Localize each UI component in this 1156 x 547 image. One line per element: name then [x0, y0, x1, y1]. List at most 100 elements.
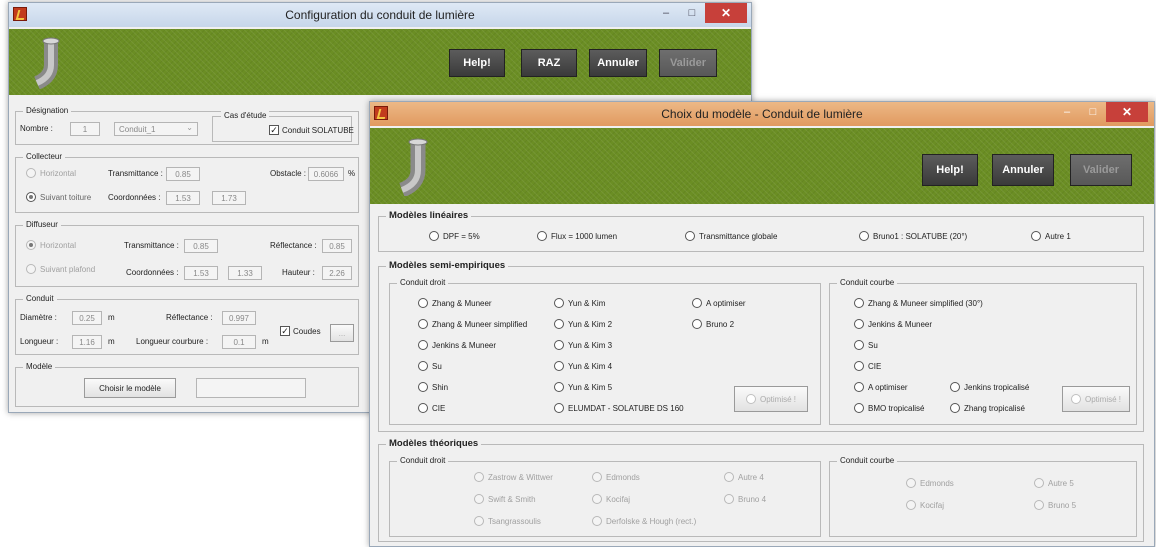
- transmittance-globale-radio[interactable]: Transmittance globale: [685, 231, 777, 241]
- semi-model-radio[interactable]: Shin: [418, 382, 448, 392]
- nombre-field[interactable]: 1: [70, 122, 100, 136]
- valider-button[interactable]: Valider: [1070, 154, 1132, 186]
- minimize-icon[interactable]: –: [653, 3, 679, 23]
- collecteur-coord1-field[interactable]: 1.53: [166, 191, 200, 205]
- collecteur-trans-field[interactable]: 0.85: [166, 167, 200, 181]
- annuler-button[interactable]: Annuler: [992, 154, 1054, 186]
- semi-model-radio[interactable]: Yun & Kim: [554, 298, 605, 308]
- help-button[interactable]: Help!: [922, 154, 978, 186]
- diffuseur-plafond-radio[interactable]: Suivant plafond: [26, 264, 95, 274]
- semi-model-radio[interactable]: A optimiser: [692, 298, 746, 308]
- coudes-more-button[interactable]: ...: [330, 324, 354, 342]
- solatube-label: Conduit SOLATUBE: [282, 125, 354, 135]
- theo-model-radio[interactable]: Edmonds: [592, 472, 640, 482]
- collecteur-horizontal-radio[interactable]: Horizontal: [26, 168, 76, 178]
- designation-panel: Désignation Nombre : 1 Conduit_1 ⌄ Cas d…: [15, 106, 359, 145]
- collecteur-coord2-field[interactable]: 1.73: [212, 191, 246, 205]
- valider-button[interactable]: Valider: [659, 49, 717, 77]
- autre1-radio[interactable]: Autre 1: [1031, 231, 1071, 241]
- theo-model-radio[interactable]: Autre 4: [724, 472, 764, 482]
- semi-model-radio[interactable]: Yun & Kim 5: [554, 382, 612, 392]
- semi-model-radio[interactable]: Zhang & Muneer simplified: [418, 319, 527, 329]
- light-duct-icon: [399, 138, 428, 196]
- bruno1-radio[interactable]: Bruno1 : SOLATUBE (20°): [859, 231, 967, 241]
- theo-model-radio[interactable]: Zastrow & Wittwer: [474, 472, 553, 482]
- diametre-field[interactable]: 0.25: [72, 311, 102, 325]
- semi-model-radio[interactable]: Yun & Kim 3: [554, 340, 612, 350]
- diffuseur-refl-field[interactable]: 0.85: [322, 239, 352, 253]
- semi-model-radio[interactable]: Yun & Kim 4: [554, 361, 612, 371]
- radio-icon: [1070, 394, 1081, 404]
- diffuseur-trans-field[interactable]: 0.85: [184, 239, 218, 253]
- obstacle-label: Obstacle :: [270, 169, 307, 178]
- close-icon[interactable]: ✕: [1106, 102, 1148, 122]
- minimize-icon[interactable]: –: [1054, 102, 1080, 122]
- diffuseur-horizontal-radio[interactable]: Horizontal: [26, 240, 76, 250]
- longueur-courbure-label: Longueur courbure :: [136, 337, 209, 346]
- coudes-checkbox[interactable]: ✓ Coudes: [280, 326, 321, 336]
- designation-title: Désignation: [23, 106, 72, 115]
- annuler-button[interactable]: Annuler: [589, 49, 647, 77]
- close-icon[interactable]: ✕: [705, 3, 747, 23]
- diffuseur-panel: Diffuseur Horizontal Transmittance : 0.8…: [15, 220, 359, 287]
- dpf-radio[interactable]: DPF = 5%: [429, 231, 480, 241]
- lineaires-panel: Modèles linéaires DPF = 5% Flux = 1000 l…: [378, 210, 1144, 252]
- courbe-model-radio[interactable]: Jenkins & Muneer: [854, 319, 932, 329]
- theoriques-panel: Modèles théoriques Conduit droit Zastrow…: [378, 438, 1144, 542]
- raz-button[interactable]: RAZ: [521, 49, 577, 77]
- theo-model-radio[interactable]: Derfolske & Hough (rect.): [592, 516, 696, 526]
- theoriques-title: Modèles théoriques: [386, 438, 482, 449]
- theo-model-radio[interactable]: Bruno 4: [724, 494, 766, 504]
- diffuseur-coord2-field[interactable]: 1.33: [228, 266, 262, 280]
- optimise-droit-button[interactable]: Optimisé !: [734, 386, 808, 412]
- theo-model-radio[interactable]: Tsangrassoulis: [474, 516, 541, 526]
- theo-model-radio[interactable]: Kocifaj: [906, 500, 944, 510]
- theo-model-radio[interactable]: Bruno 5: [1034, 500, 1076, 510]
- help-button[interactable]: Help!: [449, 49, 505, 77]
- choix-window-title: Choix du modèle - Conduit de lumière: [661, 107, 863, 121]
- checkmark-icon: ✓: [280, 326, 290, 336]
- semi-model-radio[interactable]: Su: [418, 361, 442, 371]
- maximize-icon[interactable]: □: [679, 3, 705, 23]
- semi-model-radio[interactable]: CIE: [418, 403, 445, 413]
- hauteur-field[interactable]: 2.26: [322, 266, 352, 280]
- diffuseur-coord1-field[interactable]: 1.53: [184, 266, 218, 280]
- choisir-modele-button[interactable]: Choisir le modèle: [84, 378, 176, 398]
- solatube-checkbox[interactable]: ✓ Conduit SOLATUBE: [269, 125, 354, 135]
- theo-model-radio[interactable]: Autre 5: [1034, 478, 1074, 488]
- semi-model-radio[interactable]: Yun & Kim 2: [554, 319, 612, 329]
- hauteur-label: Hauteur :: [282, 268, 315, 277]
- longueur-label: Longueur :: [20, 337, 59, 346]
- semi-model-radio[interactable]: Jenkins & Muneer: [418, 340, 496, 350]
- flux-radio[interactable]: Flux = 1000 lumen: [537, 231, 617, 241]
- conduit-refl-field[interactable]: 0.997: [222, 311, 256, 325]
- semi-model-radio[interactable]: Zhang & Muneer: [418, 298, 492, 308]
- obstacle-field[interactable]: 0.6066: [308, 167, 344, 181]
- courbe-model-radio[interactable]: CIE: [854, 361, 881, 371]
- config-banner: Help! RAZ Annuler Valider: [9, 29, 751, 95]
- matlab-app-icon: [374, 106, 388, 120]
- courbe-model-radio[interactable]: Su: [854, 340, 878, 350]
- semi-model-radio[interactable]: ELUMDAT - SOLATUBE DS 160: [554, 403, 684, 413]
- courbe-model-radio[interactable]: Zhang & Muneer simplified (30°): [854, 298, 983, 308]
- diffuseur-refl-label: Réflectance :: [270, 241, 317, 250]
- courbe-model-radio[interactable]: BMO tropicalisé: [854, 403, 924, 413]
- theo-model-radio[interactable]: Edmonds: [906, 478, 954, 488]
- cas-etude-panel: Cas d'étude ✓ Conduit SOLATUBE: [212, 111, 354, 142]
- theo-model-radio[interactable]: Swift & Smith: [474, 494, 536, 504]
- cas-etude-title: Cas d'étude: [221, 111, 270, 120]
- courbe-model-radio[interactable]: A optimiser: [854, 382, 908, 392]
- diffuseur-trans-label: Transmittance :: [124, 241, 179, 250]
- optimise-courbe-button[interactable]: Optimisé !: [1062, 386, 1130, 412]
- semi-model-radio[interactable]: Bruno 2: [692, 319, 734, 329]
- courbe-model-radio[interactable]: Zhang tropicalisé: [950, 403, 1025, 413]
- longueur-field[interactable]: 1.16: [72, 335, 102, 349]
- semi-droit-panel: Conduit droit Zhang & Muneer Zhang & Mun…: [389, 278, 821, 425]
- theo-model-radio[interactable]: Kocifaj: [592, 494, 630, 504]
- longueur-courbure-field[interactable]: 0.1: [222, 335, 256, 349]
- conduit-name-select[interactable]: Conduit_1 ⌄: [114, 122, 198, 136]
- courbe-model-radio[interactable]: Jenkins tropicalisé: [950, 382, 1029, 392]
- collecteur-toiture-radio[interactable]: Suivant toiture: [26, 192, 91, 202]
- maximize-icon[interactable]: □: [1080, 102, 1106, 122]
- modele-value-field[interactable]: [196, 378, 306, 398]
